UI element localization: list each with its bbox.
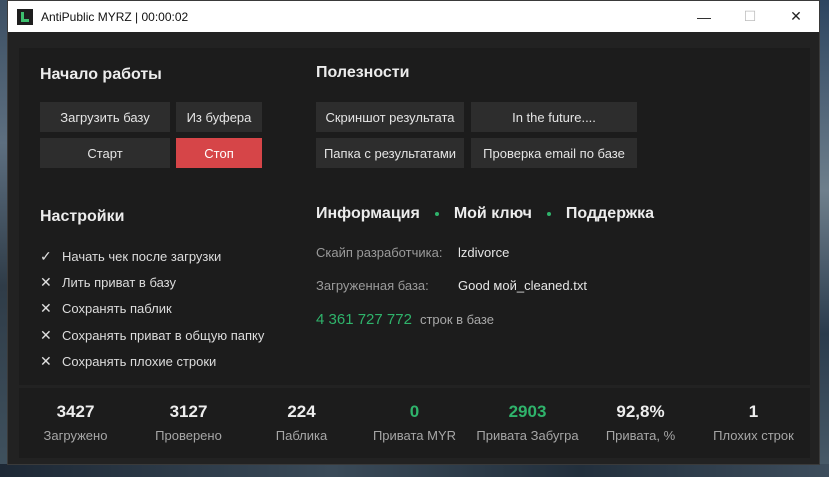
- from-clipboard-button[interactable]: Из буфера: [176, 102, 262, 132]
- stat-value: 2903: [508, 402, 547, 421]
- option-pour-private-to-db[interactable]: ✕ Лить приват в базу: [40, 273, 176, 291]
- desktop-background-right: [820, 0, 829, 477]
- check-email-button[interactable]: Проверка email по базе: [471, 138, 637, 168]
- main-panel: Начало работы Загрузить базу Из буфера С…: [19, 48, 810, 385]
- separator-dot: [434, 212, 439, 216]
- stat-value: 3427: [56, 402, 95, 421]
- loaded-db-value: Good мой_cleaned.txt: [458, 278, 587, 293]
- option-save-public[interactable]: ✕ Сохранять паблик: [40, 299, 172, 317]
- title-bar[interactable]: AntiPublic MYRZ | 00:00:02 — ☐ ✕: [8, 1, 819, 32]
- option-start-check-after-load[interactable]: ✓ Начать чек после загрузки: [40, 247, 221, 265]
- option-label: Сохранять паблик: [62, 300, 172, 316]
- stat-private-abroad: 2903 Привата Забугра: [471, 388, 584, 458]
- option-save-bad-lines[interactable]: ✕ Сохранять плохие строки: [40, 352, 216, 370]
- option-label: Сохранять приват в общую папку: [62, 327, 265, 343]
- stat-public: 224 Паблика: [245, 388, 358, 458]
- loaded-db-row: Загруженная база: Good мой_cleaned.txt: [316, 278, 587, 293]
- close-icon[interactable]: ✕: [773, 1, 819, 32]
- stat-loaded: 3427 Загружено: [19, 388, 132, 458]
- stat-bad-lines: 1 Плохих строк: [697, 388, 810, 458]
- skype-row: Скайп разработчика: lzdivorce: [316, 245, 509, 260]
- tab-my-key[interactable]: Мой ключ: [454, 205, 532, 223]
- start-button[interactable]: Старт: [40, 138, 170, 168]
- app-window: AntiPublic MYRZ | 00:00:02 — ☐ ✕ Начало …: [7, 0, 820, 465]
- stat-checked: 3127 Проверено: [132, 388, 245, 458]
- stat-caption: Привата MYR: [372, 428, 457, 443]
- option-label: Лить приват в базу: [62, 274, 176, 290]
- cross-icon: ✕: [40, 326, 52, 343]
- stat-value: 92,8%: [616, 402, 665, 421]
- stats-bar: 3427 Загружено 3127 Проверено 224 Паблик…: [19, 388, 810, 458]
- check-icon: ✓: [40, 247, 52, 264]
- stat-caption: Загружено: [43, 428, 108, 443]
- db-lines-caption: строк в базе: [419, 312, 494, 327]
- utilities-heading: Полезности: [316, 64, 410, 81]
- stop-button[interactable]: Стоп: [176, 138, 262, 168]
- screenshot-button[interactable]: Скриншот результата: [316, 102, 464, 132]
- stat-caption: Привата Забугра: [476, 428, 579, 443]
- cross-icon: ✕: [40, 299, 52, 316]
- tab-info[interactable]: Информация: [316, 205, 420, 223]
- stat-value: 1: [748, 402, 759, 421]
- future-button[interactable]: In the future....: [471, 102, 637, 132]
- db-lines-count: 4 361 727 772: [316, 311, 412, 328]
- stat-private-myr: 0 Привата MYR: [358, 388, 471, 458]
- stat-caption: Привата, %: [605, 428, 676, 443]
- app-logo-icon: [17, 8, 33, 25]
- db-lines-row: 4 361 727 772 строк в базе: [316, 311, 494, 328]
- maximize-icon: ☐: [743, 8, 757, 24]
- separator-dot: [546, 212, 551, 216]
- stat-value: 0: [409, 402, 420, 421]
- stat-caption: Проверено: [155, 428, 222, 443]
- stat-caption: Паблика: [275, 428, 328, 443]
- stat-value: 3127: [169, 402, 208, 421]
- stat-caption: Плохих строк: [713, 428, 794, 443]
- load-db-button[interactable]: Загрузить базу: [40, 102, 170, 132]
- info-tabs: Информация Мой ключ Поддержка: [316, 205, 654, 223]
- minimize-icon[interactable]: —: [681, 1, 727, 32]
- option-save-private-shared-folder[interactable]: ✕ Сохранять приват в общую папку: [40, 326, 264, 344]
- loaded-db-label: Загруженная база:: [316, 278, 429, 293]
- option-label: Начать чек после загрузки: [62, 248, 222, 264]
- tab-support[interactable]: Поддержка: [566, 205, 654, 223]
- settings-heading: Настройки: [40, 208, 125, 225]
- cross-icon: ✕: [40, 273, 52, 290]
- option-label: Сохранять плохие строки: [62, 353, 217, 369]
- stat-private-percent: 92,8% Привата, %: [584, 388, 697, 458]
- window-title: AntiPublic MYRZ | 00:00:02: [41, 9, 189, 24]
- skype-value: lzdivorce: [458, 245, 510, 260]
- start-heading: Начало работы: [40, 66, 162, 83]
- results-folder-button[interactable]: Папка с результатами: [316, 138, 464, 168]
- desktop-background-bottom: [0, 464, 829, 477]
- skype-label: Скайп разработчика:: [316, 245, 443, 260]
- stat-value: 224: [287, 402, 316, 421]
- cross-icon: ✕: [40, 352, 52, 369]
- window-controls: — ☐ ✕: [681, 1, 819, 32]
